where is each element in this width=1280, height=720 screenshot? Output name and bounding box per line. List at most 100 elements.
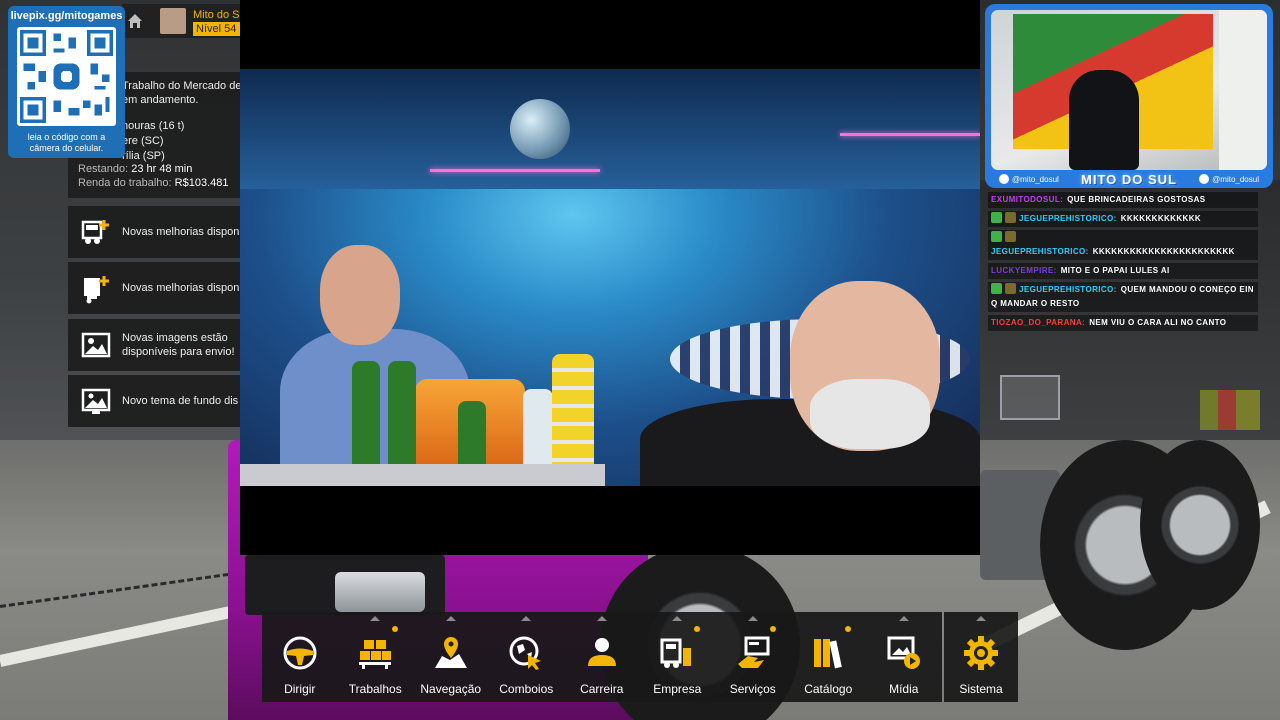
table <box>240 464 605 486</box>
avatar[interactable] <box>160 8 186 34</box>
bottle <box>352 361 380 481</box>
caret-up-icon <box>596 616 607 621</box>
chat-text: KKKKKKKKKKKKKKKKKKKKKKK <box>1092 247 1235 256</box>
chat-message: LUCKYEMPIRE: MITO E O PAPAI LULES AI <box>988 263 1258 279</box>
job-cargo: nouras (16 t) <box>122 120 185 132</box>
menu-label: Carreira <box>580 682 624 696</box>
job-status: em andamento. <box>122 94 199 106</box>
stream-title: MITO DO SUL <box>1081 171 1177 187</box>
equipment-rack <box>1000 375 1060 420</box>
sub-badge-icon <box>1005 212 1016 223</box>
tiktok-handle: @mito_dosul <box>999 174 1059 184</box>
menu-item-catalogo[interactable]: Catálogo <box>791 612 867 702</box>
globe-cursor-icon <box>509 636 542 670</box>
menu-item-sistema[interactable]: Sistema <box>944 612 1018 702</box>
job-remaining-label: Restando: <box>78 163 129 175</box>
job-income-label: Renda do trabalho: <box>78 177 172 189</box>
chat-text: QUE BRINCADEIRAS GOSTOSAS <box>1067 195 1206 204</box>
notification-dot <box>694 626 700 632</box>
menu-item-trabalhos[interactable]: Trabalhos <box>338 612 414 702</box>
job-income: Renda do trabalho: R$103.481 <box>78 177 228 189</box>
webcam-footer: @mito_dosul MITO DO SUL @mito_dosul <box>991 170 1267 188</box>
video-scene <box>240 69 980 486</box>
menu-item-midia[interactable]: Mídia <box>866 612 942 702</box>
image-icon <box>81 332 111 358</box>
person-icon <box>587 638 616 666</box>
instagram-handle: @mito_dosul <box>1199 174 1259 184</box>
job-income-value: R$103.481 <box>174 177 229 189</box>
check-badge-icon <box>991 283 1002 294</box>
gas-cans <box>1200 390 1260 430</box>
system-menu-bar: Sistema <box>944 612 1018 702</box>
streamer-arm <box>1219 10 1267 170</box>
chat-text: NEM VIU O CARA ALI NO CANTO <box>1089 318 1227 327</box>
check-badge-icon <box>991 231 1002 242</box>
menu-item-comboios[interactable]: Comboios <box>489 612 565 702</box>
menu-label: Navegação <box>420 682 482 696</box>
truck-upgrade-icon <box>81 220 109 244</box>
job-origin: ere (SC) <box>122 135 164 147</box>
notification-item[interactable]: Novo tema de fundo dis <box>68 375 240 427</box>
chat-username: JEGUEPREHISTORICO: <box>1019 285 1117 294</box>
truck-headlamp <box>335 572 425 612</box>
notification-text: Novas imagens estão disponíveis para env… <box>122 319 240 371</box>
menu-item-servicos[interactable]: Serviços <box>715 612 791 702</box>
caret-up-icon <box>445 616 456 621</box>
menu-label: Catálogo <box>804 682 853 696</box>
books-icon <box>814 639 843 669</box>
caret-up-icon <box>898 616 909 621</box>
person-left-head <box>320 245 400 345</box>
gaming-chair <box>1069 70 1139 170</box>
chat-message: JEGUEPREHISTORICO: QUEM MANDOU O CONEÇO E… <box>988 282 1258 312</box>
chat-username: JEGUEPREHISTORICO: <box>991 247 1089 256</box>
chat-message: JEGUEPREHISTORICO: KKKKKKKKKKKKK <box>988 211 1258 227</box>
tiktok-handle-text: @mito_dosul <box>1012 174 1059 184</box>
menu-item-empresa[interactable]: Empresa <box>640 612 716 702</box>
caret-up-icon <box>672 616 683 621</box>
job-destination: rília (SP) <box>122 150 165 162</box>
qr-caption-line: câmera do celular. <box>29 143 104 153</box>
disco-ball <box>510 99 570 159</box>
services-icon <box>737 636 770 668</box>
donation-qr-panel: livepix.gg/mitogames leia o código com a <box>8 6 125 158</box>
menu-label: Serviços <box>729 682 776 696</box>
steering-wheel-icon <box>283 636 317 670</box>
sub-badge-icon <box>1005 231 1016 242</box>
menu-label: Empresa <box>653 682 702 696</box>
player-name: Mito do S <box>193 9 240 21</box>
sub-badge-icon <box>1005 283 1016 294</box>
gear-icon <box>964 636 998 670</box>
menu-label: Mídia <box>889 682 919 696</box>
menu-label: Comboios <box>499 682 554 696</box>
chat-username: EXUMITODOSUL: <box>991 195 1064 204</box>
menu-item-carreira[interactable]: Carreira <box>564 612 640 702</box>
notification-text: Novas melhorias dispon <box>122 226 240 238</box>
home-icon[interactable] <box>126 12 144 30</box>
notification-item[interactable]: Novas melhorias dispon <box>68 262 240 314</box>
qr-url: livepix.gg/mitogames <box>10 10 123 22</box>
truck-wheel <box>1140 440 1260 610</box>
person-right-beard <box>810 379 930 449</box>
menu-label: Sistema <box>959 682 1003 696</box>
notification-text-line: Novas imagens estão <box>122 332 228 344</box>
caret-up-icon <box>976 616 986 621</box>
check-badge-icon <box>991 212 1002 223</box>
notification-text-line: disponíveis para envio! <box>122 346 235 358</box>
menu-item-navegacao[interactable]: Navegação <box>413 612 489 702</box>
caret-up-icon <box>521 616 532 621</box>
notification-item[interactable]: Novas imagens estão disponíveis para env… <box>68 319 240 371</box>
notification-item[interactable]: Novas melhorias dispon <box>68 206 240 258</box>
trailer-upgrade-icon <box>84 276 109 304</box>
menu-item-dirigir[interactable]: Dirigir <box>262 612 338 702</box>
chat-message: TIOZAO_DO_PARANA: NEM VIU O CARA ALI NO C… <box>988 315 1258 331</box>
chat-overlay: EXUMITODOSUL: QUE BRINCADEIRAS GOSTOSAS J… <box>988 192 1258 334</box>
job-remaining: Restando: 23 hr 48 min <box>78 163 192 175</box>
instagram-icon <box>1199 174 1210 184</box>
chat-text: MITO E O PAPAI LULES AI <box>1060 266 1170 275</box>
chat-message: EXUMITODOSUL: QUE BRINCADEIRAS GOSTOSAS <box>988 192 1258 208</box>
notification-dot <box>769 626 776 632</box>
player-level-badge: Nível 54 <box>193 22 240 36</box>
neon-light <box>840 133 980 136</box>
bottle <box>388 361 416 481</box>
notification-text: Novo tema de fundo dis <box>122 395 239 407</box>
